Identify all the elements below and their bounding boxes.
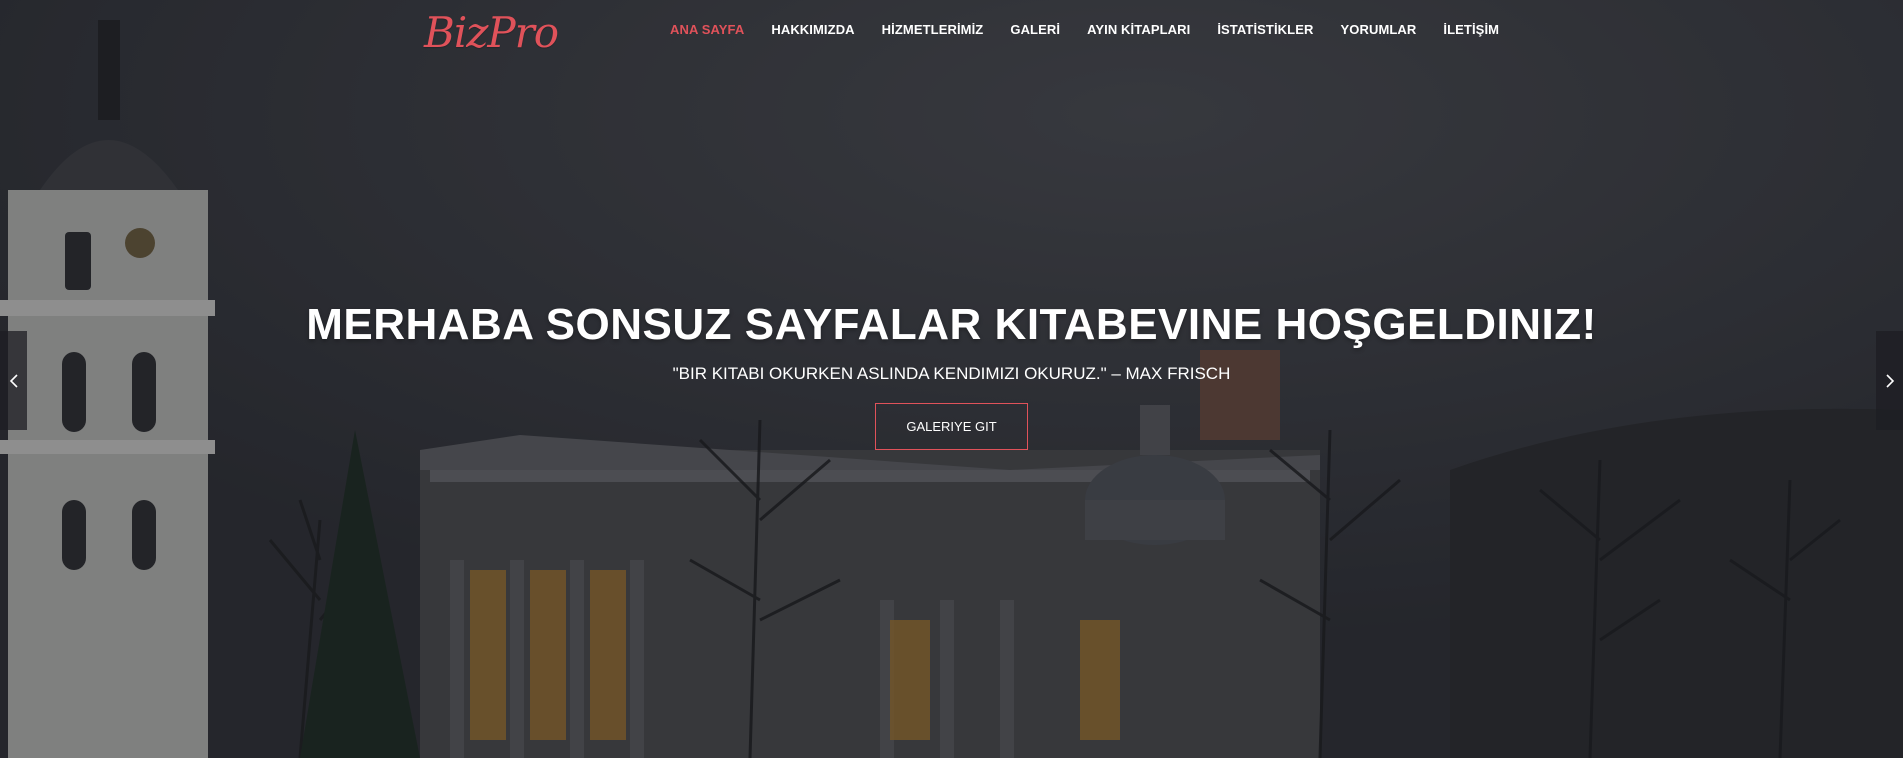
slider-prev-button[interactable] bbox=[0, 331, 27, 430]
chevron-left-icon bbox=[9, 373, 18, 388]
nav-item-yorumlar[interactable]: YORUMLAR bbox=[1340, 22, 1416, 37]
nav-menu: ANA SAYFA HAKKIMIZDA HİZMETLERİMİZ GALER… bbox=[670, 22, 1526, 37]
hero-title: MERHABA SONSUZ SAYFALAR KITABEVINE HOŞGE… bbox=[306, 300, 1597, 349]
slider-next-button[interactable] bbox=[1876, 331, 1903, 430]
brand-logo[interactable]: BizPro bbox=[424, 8, 559, 57]
gallery-button[interactable]: GALERIYE GIT bbox=[875, 403, 1028, 450]
nav-item-hizmetlerimiz[interactable]: HİZMETLERİMİZ bbox=[882, 22, 984, 37]
navbar: BizPro ANA SAYFA HAKKIMIZDA HİZMETLERİMİ… bbox=[0, 0, 1903, 62]
nav-item-ana-sayfa[interactable]: ANA SAYFA bbox=[670, 22, 744, 37]
nav-item-iletisim[interactable]: İLETİŞİM bbox=[1443, 22, 1499, 37]
nav-item-ayin-kitaplari[interactable]: AYIN KİTAPLARI bbox=[1087, 22, 1190, 37]
nav-item-galeri[interactable]: GALERİ bbox=[1010, 22, 1060, 37]
hero-quote: "BIR KITABI OKURKEN ASLINDA KENDIMIZI OK… bbox=[672, 364, 1231, 383]
chevron-right-icon bbox=[1885, 373, 1894, 388]
nav-item-istatistikler[interactable]: İSTATİSTİKLER bbox=[1217, 22, 1313, 37]
nav-item-hakkimizda[interactable]: HAKKIMIZDA bbox=[771, 22, 854, 37]
hero-slider: BizPro ANA SAYFA HAKKIMIZDA HİZMETLERİMİ… bbox=[0, 0, 1903, 758]
